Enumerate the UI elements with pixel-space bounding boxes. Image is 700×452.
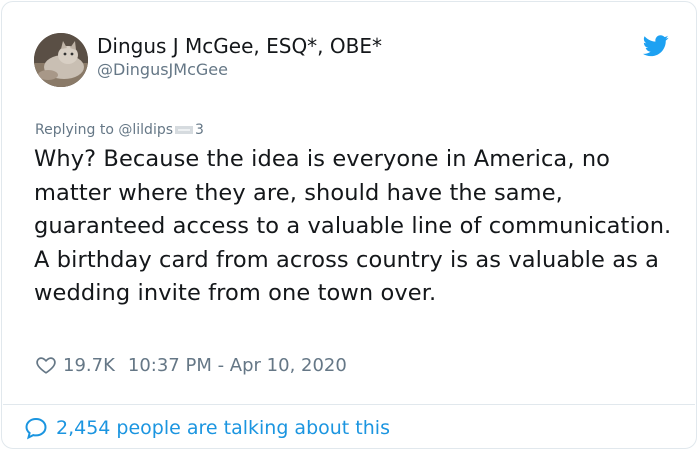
- like-count[interactable]: 19.7K: [63, 355, 115, 376]
- replying-to-handle[interactable]: @lildips: [118, 122, 173, 138]
- replying-to-line: Replying to @lildips 3: [35, 122, 204, 138]
- tweet-card: Dingus J McGee, ESQ*, OBE* @DingusJMcGee…: [1, 1, 697, 449]
- heart-icon[interactable]: [35, 354, 57, 376]
- talking-about-text[interactable]: 2,454 people are talking about this: [56, 417, 390, 439]
- speech-bubble-icon: [25, 417, 47, 440]
- divider: [3, 404, 695, 405]
- twitter-bird-icon[interactable]: [643, 35, 669, 57]
- talking-about-link[interactable]: 2,454 people are talking about this: [24, 416, 390, 440]
- tweet-text: Why? Because the idea is everyone in Ame…: [34, 146, 672, 306]
- replying-to-prefix: Replying to: [35, 122, 119, 138]
- redaction-blur-icon: [175, 126, 194, 134]
- tweet-timestamp[interactable]: 10:37 PM - Apr 10, 2020: [128, 355, 347, 376]
- replying-to-handle-suffix[interactable]: 3: [195, 122, 204, 138]
- author-display-name[interactable]: Dingus J McGee, ESQ*, OBE*: [97, 34, 382, 58]
- tweet-meta: 19.7K 10:37 PM - Apr 10, 2020: [35, 352, 347, 378]
- author-handle[interactable]: @DingusJMcGee: [97, 60, 228, 79]
- author-avatar[interactable]: [34, 33, 88, 87]
- cat-avatar-image: [34, 33, 88, 87]
